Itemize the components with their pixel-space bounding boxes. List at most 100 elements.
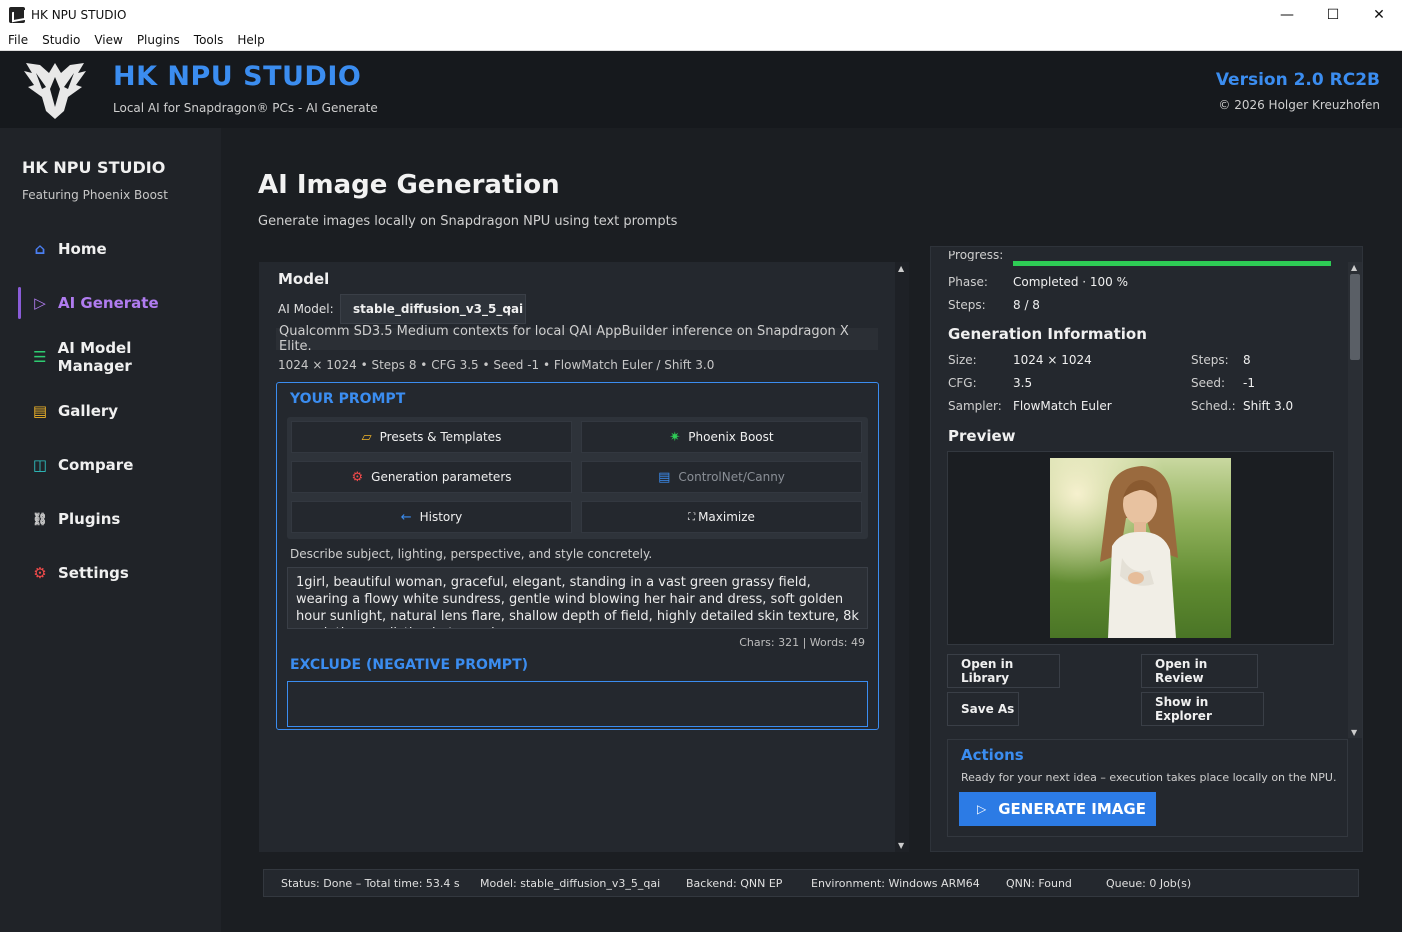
open-in-review-button[interactable]: Open in Review — [1141, 654, 1258, 688]
page-title: AI Image Generation — [258, 170, 560, 200]
plugin-icon: ⛓ — [32, 512, 48, 526]
steps-label: Steps: — [948, 298, 986, 312]
generate-button-label: GENERATE IMAGE — [998, 800, 1146, 818]
history-button[interactable]: ← History — [291, 501, 572, 533]
app-subtitle: Local AI for Snapdragon® PCs - AI Genera… — [113, 101, 378, 115]
scroll-down-icon[interactable]: ▼ — [898, 841, 904, 850]
gear-icon: ⚙ — [351, 469, 364, 485]
menu-plugins[interactable]: Plugins — [137, 33, 180, 47]
sidebar-item-label: AI Model Manager — [57, 339, 132, 375]
sidebar-item-gallery[interactable]: ▤ Gallery — [18, 393, 208, 429]
document-icon: ▤ — [658, 469, 671, 485]
menu-bar: File Studio View Plugins Tools Help — [0, 30, 1402, 51]
preview-frame — [947, 451, 1334, 645]
info-steps-value: 8 — [1243, 353, 1251, 367]
model-label: AI Model: — [278, 302, 334, 316]
cfg-label: CFG: — [948, 376, 977, 390]
scroll-up-icon[interactable]: ▲ — [898, 264, 904, 273]
prompt-textarea[interactable]: 1girl, beautiful woman, graceful, elegan… — [287, 567, 868, 629]
prompt-counter: Chars: 321 | Words: 49 — [739, 636, 865, 649]
sidebar-item-label: Plugins — [58, 510, 121, 528]
gear-icon: ⚙ — [33, 564, 47, 582]
menu-studio[interactable]: Studio — [42, 33, 80, 47]
prompt-hint: Describe subject, lighting, perspective,… — [290, 547, 653, 561]
sampler-value: FlowMatch Euler — [1013, 399, 1112, 413]
sidebar-item-ai-model-manager[interactable]: ☰ AI Model Manager — [18, 339, 208, 375]
save-as-button[interactable]: Save As — [947, 692, 1019, 726]
list-icon: ☰ — [33, 348, 47, 366]
page-subtitle: Generate images locally on Snapdragon NP… — [258, 214, 678, 229]
sidebar-item-label: Gallery — [58, 402, 119, 420]
model-select-value: stable_diffusion_v3_5_qai — [353, 302, 524, 316]
sidebar-item-compare[interactable]: ◫ Compare — [18, 447, 208, 483]
negative-prompt-heading: EXCLUDE (NEGATIVE PROMPT) — [290, 657, 529, 673]
minimize-button[interactable]: — — [1264, 0, 1310, 30]
left-panel-scrollbar[interactable]: ▲ ▼ — [895, 262, 909, 852]
button-label: Presets & Templates — [379, 430, 502, 444]
controlnet-canny-button[interactable]: ▤ ControlNet/Canny — [581, 461, 862, 493]
scrollbar-thumb[interactable] — [1350, 274, 1360, 360]
button-label: History — [419, 510, 463, 524]
window-titlebar: HK NPU STUDIO — ☐ ✕ — [0, 0, 1402, 30]
prompt-toolbar: ▱ Presets & Templates ✷ Phoenix Boost ⚙ … — [287, 417, 868, 539]
sidebar-item-ai-generate[interactable]: ▷ AI Generate — [18, 285, 208, 321]
right-panel-scrollbar[interactable]: ▲ ▼ — [1348, 262, 1362, 738]
play-icon: ▷ — [977, 802, 987, 816]
size-label: Size: — [948, 353, 977, 367]
button-label: ControlNet/Canny — [678, 470, 785, 484]
status-environment: Environment: Windows ARM64 — [811, 877, 980, 890]
model-section-title: Model — [278, 270, 330, 288]
menu-help[interactable]: Help — [237, 33, 264, 47]
generate-image-button[interactable]: ▷ GENERATE IMAGE — [959, 792, 1156, 826]
status-bar: Status: Done – Total time: 53.4 s Model:… — [263, 869, 1359, 897]
close-button[interactable]: ✕ — [1356, 0, 1402, 30]
phase-value: Completed · 100 % — [1013, 275, 1129, 289]
sidebar: HK NPU STUDIO Featuring Phoenix Boost ⌂ … — [0, 128, 221, 932]
sidebar-title: HK NPU STUDIO — [22, 158, 166, 177]
presets-templates-button[interactable]: ▱ Presets & Templates — [291, 421, 572, 453]
generation-info-title: Generation Information — [948, 325, 1147, 343]
folder-icon: ▱ — [361, 429, 372, 445]
menu-file[interactable]: File — [8, 33, 28, 47]
status-queue: Queue: 0 Job(s) — [1106, 877, 1192, 890]
open-in-library-button[interactable]: Open in Library — [947, 654, 1060, 688]
preview-image[interactable] — [1050, 458, 1231, 638]
status-backend: Backend: QNN EP — [686, 877, 783, 890]
negative-prompt-textarea[interactable] — [287, 681, 868, 727]
maximize-prompt-button[interactable]: ⛶ Maximize — [581, 501, 862, 533]
phoenix-boost-button[interactable]: ✷ Phoenix Boost — [581, 421, 862, 453]
generation-parameters-button[interactable]: ⚙ Generation parameters — [291, 461, 572, 493]
steps-value: 8 / 8 — [1013, 298, 1040, 312]
actions-section: Actions Ready for your next idea – execu… — [947, 739, 1348, 837]
scroll-up-icon[interactable]: ▲ — [1351, 263, 1357, 272]
maximize-button[interactable]: ☐ — [1310, 0, 1356, 30]
actions-note: Ready for your next idea – execution tak… — [961, 771, 1337, 784]
sidebar-item-label: Settings — [58, 564, 129, 582]
maximize-icon: ⛶ — [688, 511, 696, 523]
prompt-heading: YOUR PROMPT — [290, 391, 406, 407]
phoenix-logo-icon — [24, 63, 86, 119]
button-label: Phoenix Boost — [688, 430, 774, 444]
sparkle-icon: ✷ — [669, 429, 681, 445]
seed-value: -1 — [1243, 376, 1255, 390]
scroll-down-icon[interactable]: ▼ — [1351, 728, 1357, 737]
sidebar-item-home[interactable]: ⌂ Home — [18, 231, 208, 267]
app-logo-icon — [9, 7, 25, 23]
model-select[interactable]: stable_diffusion_v3_5_qai ⌄ — [340, 294, 526, 324]
version-label: Version 2.0 RC2B — [1215, 70, 1380, 90]
copyright-label: © 2026 Holger Kreuzhofen — [1218, 98, 1380, 112]
sidebar-item-settings[interactable]: ⚙ Settings — [18, 555, 208, 591]
app-header: HK NPU STUDIO Local AI for Snapdragon® P… — [0, 51, 1402, 128]
status-text: Status: Done – Total time: 53.4 s — [281, 877, 460, 890]
menu-view[interactable]: View — [94, 33, 122, 47]
progress-bar — [1013, 261, 1331, 266]
generation-form-panel: Model AI Model: stable_diffusion_v3_5_qa… — [259, 262, 909, 852]
gallery-icon: ▤ — [32, 402, 48, 420]
model-meta: 1024 × 1024 • Steps 8 • CFG 3.5 • Seed -… — [278, 358, 715, 372]
menu-tools[interactable]: Tools — [194, 33, 224, 47]
prompt-section: YOUR PROMPT ▱ Presets & Templates ✷ Phoe… — [276, 382, 879, 730]
size-value: 1024 × 1024 — [1013, 353, 1092, 367]
compare-icon: ◫ — [32, 456, 48, 474]
show-in-explorer-button[interactable]: Show in Explorer — [1141, 692, 1264, 726]
sidebar-item-plugins[interactable]: ⛓ Plugins — [18, 501, 208, 537]
